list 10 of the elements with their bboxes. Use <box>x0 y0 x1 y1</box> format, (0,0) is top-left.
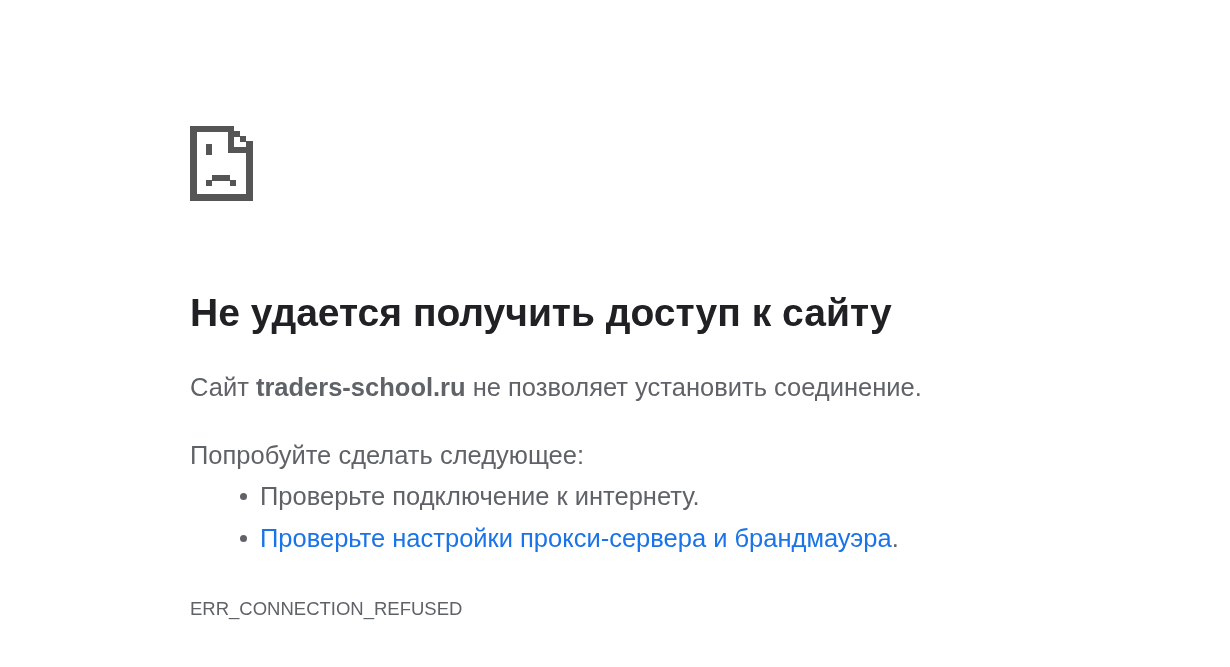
sad-page-icon <box>190 126 253 201</box>
bullet-icon <box>240 534 247 542</box>
error-summary: Сайт traders-school.ru не позволяет установить соединение. <box>190 373 923 401</box>
suggestion-text: Проверьте подключение к интернету. <box>260 481 700 511</box>
error-code: ERR_CONNECTION_REFUSED <box>190 598 464 620</box>
bullet-icon <box>240 492 247 500</box>
proxy-settings-link[interactable]: Проверьте настройки прокси-сервера и брандмауэра <box>260 524 892 552</box>
suggestion-text: Проверьте настройки прокси-сервера и брандмауэра. <box>260 523 899 553</box>
error-heading: Не удается получить доступ к сайту <box>190 290 893 336</box>
suggestions-heading: Попробуйте сделать следующее: <box>190 441 586 469</box>
